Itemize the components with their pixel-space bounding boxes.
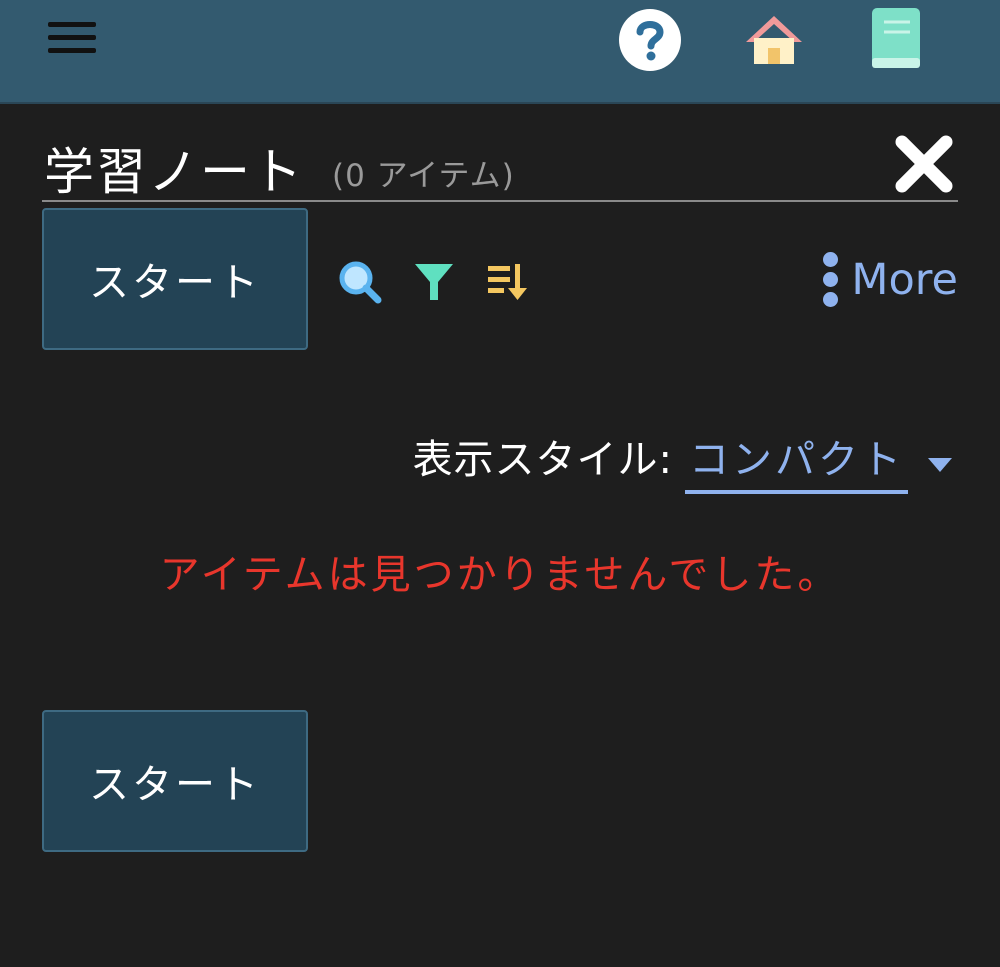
panel-header: 学習ノート (0 アイテム) [42, 128, 958, 202]
home-icon[interactable] [742, 8, 806, 72]
more-label: More [851, 255, 958, 305]
more-button[interactable]: More [821, 250, 958, 310]
start-button-bottom[interactable]: スタート [42, 710, 308, 852]
help-icon[interactable] [618, 8, 682, 72]
notes-panel: 学習ノート (0 アイテム) スタート More 表示スタイル: コンパクト ア… [0, 104, 1000, 967]
top-bar [0, 0, 1000, 104]
notebook-icon[interactable] [868, 6, 932, 70]
vertical-dots-icon [821, 250, 841, 310]
caret-down-icon[interactable] [928, 458, 952, 472]
filter-icon[interactable] [412, 260, 456, 304]
empty-message: アイテムは見つかりませんでした。 [159, 552, 841, 598]
display-style-select[interactable]: コンパクト [685, 430, 952, 494]
sort-icon[interactable] [486, 260, 530, 304]
hamburger-menu-icon[interactable] [48, 22, 96, 54]
display-style-row: 表示スタイル: コンパクト [413, 430, 952, 494]
display-style-value[interactable]: コンパクト [685, 430, 908, 494]
close-icon[interactable] [892, 132, 956, 196]
start-button-top[interactable]: スタート [42, 208, 308, 350]
display-style-label: 表示スタイル: [412, 437, 673, 483]
item-count: (0 アイテム) [332, 158, 515, 194]
search-icon[interactable] [338, 260, 382, 304]
panel-title: 学習ノート [44, 143, 304, 201]
